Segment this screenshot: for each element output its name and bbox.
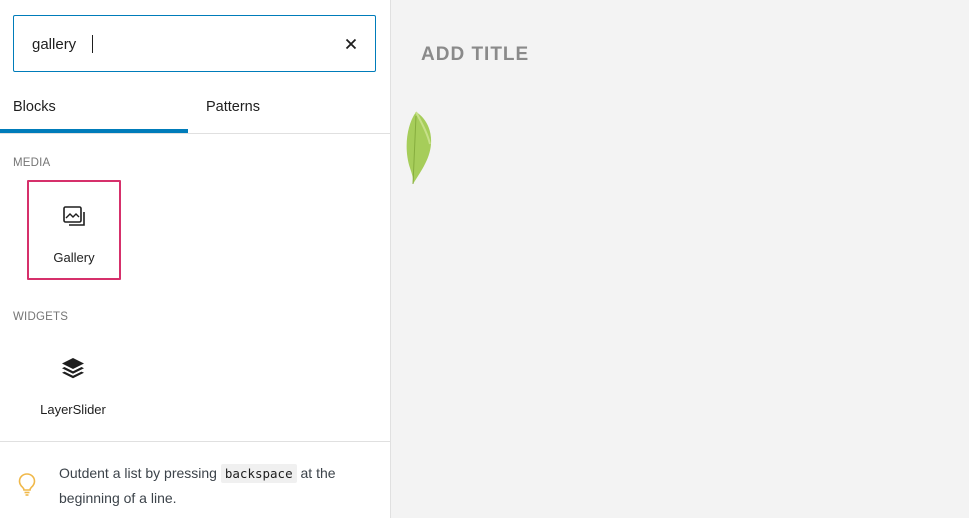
tip-code-backspace: backspace [220, 464, 297, 483]
block-label-layerslider: LayerSlider [40, 402, 106, 417]
block-item-layerslider[interactable]: LayerSlider [26, 336, 120, 436]
close-icon [345, 38, 357, 50]
tip-text: Outdent a list by pressing backspace at … [59, 461, 379, 510]
post-title-placeholder[interactable]: ADD TITLE [421, 44, 529, 66]
block-item-gallery[interactable]: Gallery [27, 180, 121, 280]
layers-icon [60, 355, 86, 381]
tip-text-before: Outdent a list by pressing [59, 465, 221, 481]
category-label-widgets: WIDGETS [13, 311, 69, 323]
leaf-image [406, 111, 432, 185]
clear-search-button[interactable] [339, 32, 363, 56]
gallery-icon [61, 204, 87, 230]
lightbulb-icon [18, 473, 36, 496]
category-label-media: MEDIA [13, 157, 51, 169]
block-label-gallery: Gallery [53, 250, 95, 265]
tip-divider [0, 441, 390, 442]
tab-blocks[interactable]: Blocks [0, 84, 188, 133]
search-input[interactable] [32, 33, 332, 55]
inserter-tabs: Blocks Patterns [0, 84, 390, 134]
block-inserter-panel: Blocks Patterns MEDIA Gallery WIDGETS La… [0, 0, 391, 518]
text-caret [92, 35, 93, 53]
tab-patterns[interactable]: Patterns [206, 84, 260, 133]
search-box [13, 15, 376, 72]
